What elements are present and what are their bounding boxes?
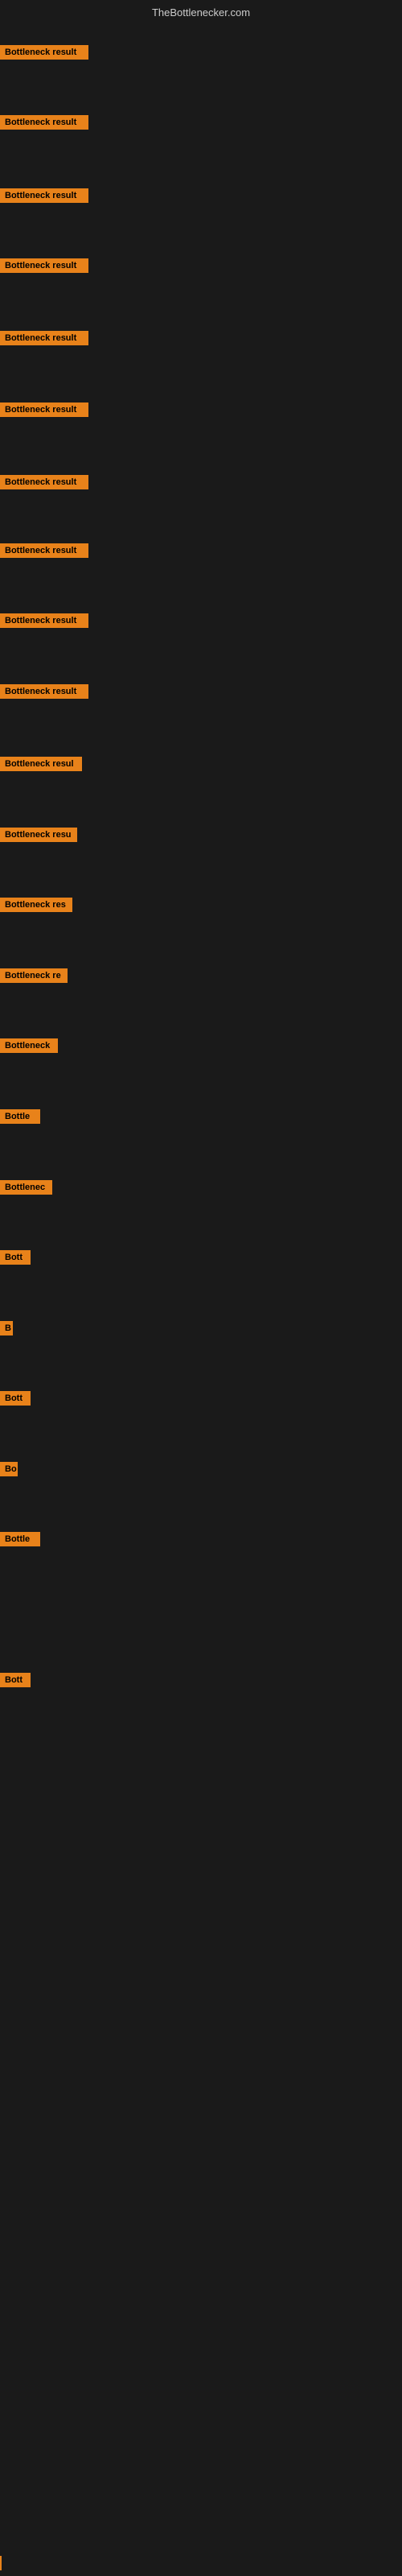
badge-23: Bott [0,1673,31,1687]
badge-9: Bottleneck result [0,613,88,628]
badge-6: Bottleneck result [0,402,88,417]
badge-4: Bottleneck result [0,258,88,273]
badge-12: Bottleneck resu [0,828,77,842]
badge-18: Bott [0,1250,31,1265]
badge-13: Bottleneck res [0,898,72,912]
badge-16: Bottle [0,1109,40,1124]
badge-14: Bottleneck re [0,968,68,983]
badge-8: Bottleneck result [0,543,88,558]
cursor-24 [0,2556,2,2570]
badge-7: Bottleneck result [0,475,88,489]
site-title: TheBottlenecker.com [152,6,250,19]
badge-21: Bo [0,1462,18,1476]
badge-20: Bott [0,1391,31,1406]
badge-3: Bottleneck result [0,188,88,203]
badge-1: Bottleneck result [0,45,88,60]
badge-10: Bottleneck result [0,684,88,699]
badge-17: Bottlenec [0,1180,52,1195]
badge-2: Bottleneck result [0,115,88,130]
badge-5: Bottleneck result [0,331,88,345]
badge-19: B [0,1321,13,1335]
badge-15: Bottleneck [0,1038,58,1053]
badge-22: Bottle [0,1532,40,1546]
badge-11: Bottleneck resul [0,757,82,771]
